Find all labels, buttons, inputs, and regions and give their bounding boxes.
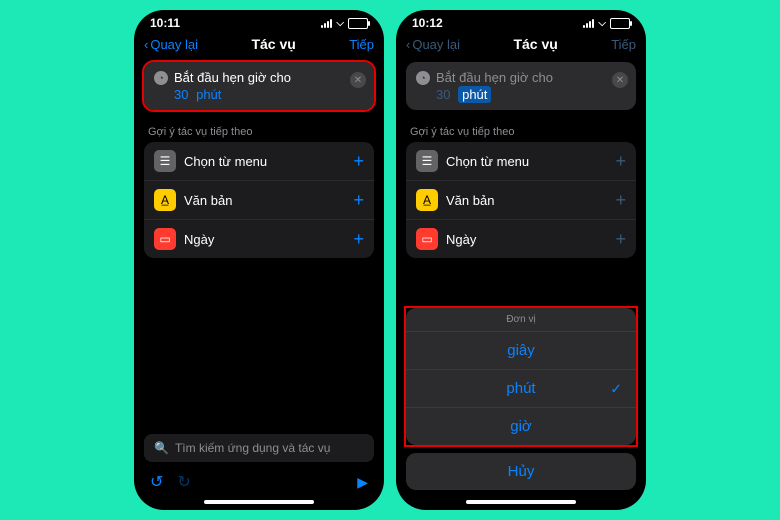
add-icon: + [615,151,626,172]
chevron-left-icon: ‹ [144,37,148,52]
back-button[interactable]: ‹ Quay lại [144,37,198,52]
sheet-title: Đơn vị [406,308,636,332]
sheet-option-hours[interactable]: giờ [406,408,636,445]
clear-action-icon[interactable]: ✕ [350,72,366,88]
back-button: ‹ Quay lại [406,37,460,52]
phone-left: 10:11 ⌵ ‹ Quay lại Tác vụ Tiếp ◔ Bắt đầu… [134,10,384,510]
bottom-toolbar: ↺ ↻ ▶ [134,468,384,496]
sheet-option-minutes[interactable]: phút ✓ [406,370,636,408]
cell-signal-icon [583,19,594,28]
wifi-icon: ⌵ [336,18,344,29]
action-title: Bắt đầu hẹn giờ cho [436,70,553,85]
cancel-button[interactable]: Hủy [406,453,636,490]
chevron-left-icon: ‹ [406,37,410,52]
cell-signal-icon [321,19,332,28]
add-icon[interactable]: + [353,229,364,250]
search-placeholder: Tìm kiếm ứng dụng và tác vụ [175,441,330,455]
home-indicator[interactable] [204,500,314,504]
action-unit[interactable]: phút [196,87,221,102]
text-icon: A̲ [416,189,438,211]
nav-bar: ‹ Quay lại Tác vụ Tiếp [396,32,646,58]
undo-button[interactable]: ↺ [150,472,163,492]
suggestion-item[interactable]: ▭Ngày + [144,220,374,258]
menu-icon: ☰ [154,150,176,172]
redo-button[interactable]: ↻ [177,472,190,492]
action-unit: phút [458,86,491,103]
action-title: Bắt đầu hẹn giờ cho [174,70,291,85]
suggestion-item[interactable]: A̲Văn bản + [144,181,374,220]
phone-right: 10:12 ⌵ ‹ Quay lại Tác vụ Tiếp ◔ Bắt đầu… [396,10,646,510]
suggestion-item[interactable]: ☰Chọn từ menu + [144,142,374,181]
sheet-option-seconds[interactable]: giây [406,332,636,370]
nav-title: Tác vụ [251,36,295,52]
run-button[interactable]: ▶ [357,474,368,491]
menu-icon: ☰ [416,150,438,172]
nav-title: Tác vụ [513,36,557,52]
suggestion-item: A̲Văn bản + [406,181,636,220]
home-indicator[interactable] [466,500,576,504]
status-icons: ⌵ [321,18,368,29]
timer-action-card: ◔ Bắt đầu hẹn giờ cho 30 phút ✕ [406,62,636,110]
calendar-icon: ▭ [416,228,438,250]
text-icon: A̲ [154,189,176,211]
search-icon: 🔍 [154,441,169,455]
action-value[interactable]: 30 [174,87,188,102]
suggestions-header: Gợi ý tác vụ tiếp theo [396,114,646,142]
search-field[interactable]: 🔍 Tìm kiếm ứng dụng và tác vụ [144,434,374,462]
timer-action-card[interactable]: ◔ Bắt đầu hẹn giờ cho 30 phút ✕ [144,62,374,110]
next-button[interactable]: Tiếp [349,37,374,52]
add-icon[interactable]: + [353,190,364,211]
clock-icon: ◔ [416,71,430,85]
suggestions-header: Gợi ý tác vụ tiếp theo [134,114,384,142]
add-icon[interactable]: + [353,151,364,172]
unit-action-sheet: Đơn vị giây phút ✓ giờ [406,308,636,445]
calendar-icon: ▭ [154,228,176,250]
next-button: Tiếp [611,37,636,52]
suggestions-list: ☰Chọn từ menu + A̲Văn bản + ▭Ngày + [406,142,636,258]
suggestions-list: ☰Chọn từ menu + A̲Văn bản + ▭Ngày + [144,142,374,258]
status-time: 10:12 [412,16,443,30]
clear-action-icon: ✕ [612,72,628,88]
wifi-icon: ⌵ [598,18,606,29]
battery-icon [610,18,630,29]
nav-bar: ‹ Quay lại Tác vụ Tiếp [134,32,384,58]
status-time: 10:11 [150,16,180,30]
add-icon: + [615,190,626,211]
add-icon: + [615,229,626,250]
suggestion-item: ▭Ngày + [406,220,636,258]
status-bar: 10:11 ⌵ [134,10,384,32]
status-icons: ⌵ [583,18,630,29]
clock-icon: ◔ [154,71,168,85]
battery-icon [348,18,368,29]
checkmark-icon: ✓ [610,380,622,397]
action-value: 30 [436,87,450,102]
suggestion-item: ☰Chọn từ menu + [406,142,636,181]
status-bar: 10:12 ⌵ [396,10,646,32]
